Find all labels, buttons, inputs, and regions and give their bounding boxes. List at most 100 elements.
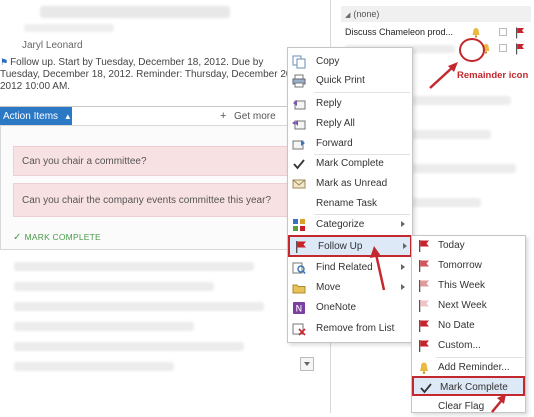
submenu-item-label: Today xyxy=(438,240,465,251)
action-items-label: Action Items xyxy=(3,111,59,122)
menu-item-label: Reply All xyxy=(316,118,355,129)
reply-all-icon xyxy=(292,117,306,131)
scroll-down-button[interactable] xyxy=(300,357,314,371)
context-menu: Copy Quick Print Reply Reply All Forward… xyxy=(287,47,413,343)
group-header[interactable]: ◢ (none) xyxy=(341,6,531,22)
action-card[interactable]: Can you chair a committee? xyxy=(13,146,289,176)
menu-item-label: Follow Up xyxy=(318,241,363,252)
menu-item-label: Mark Complete xyxy=(316,158,384,169)
blurred-header xyxy=(40,6,230,18)
submenu-item-no-date[interactable]: No Date xyxy=(412,316,525,336)
menu-item-mark-unread[interactable]: Mark as Unread xyxy=(288,174,412,194)
menu-item-label: Reply xyxy=(316,98,342,109)
action-items-panel: Can you chair a committee? Can you chair… xyxy=(0,125,290,250)
menu-item-rename-task[interactable]: Rename Task xyxy=(288,194,412,214)
print-icon xyxy=(292,74,306,88)
remove-icon xyxy=(292,322,306,336)
blurred-text xyxy=(14,302,264,311)
submenu-item-label: Tomorrow xyxy=(438,260,482,271)
annotation-circle xyxy=(459,38,485,62)
copy-icon xyxy=(292,55,306,69)
submenu-item-label: No Date xyxy=(438,320,475,331)
menu-item-label: Rename Task xyxy=(316,198,377,209)
forward-icon xyxy=(292,137,306,151)
menu-item-label: Categorize xyxy=(316,219,365,230)
submenu-arrow-icon xyxy=(401,221,405,227)
menu-item-reply-all[interactable]: Reply All xyxy=(288,114,412,134)
menu-item-forward[interactable]: Forward xyxy=(288,134,412,154)
blurred-text xyxy=(14,322,194,331)
reading-pane: Jaryl Leonard ⚑ Follow up. Start by Tuesd… xyxy=(0,0,294,413)
task-checkbox[interactable] xyxy=(499,28,507,36)
menu-item-reply[interactable]: Reply xyxy=(288,94,412,114)
mark-complete-label: MARK COMPLETE xyxy=(24,232,101,242)
menu-item-quick-print[interactable]: Quick Print xyxy=(288,71,412,91)
followup-info-text: Follow up. Start by Tuesday, December 18… xyxy=(0,57,295,92)
plus-icon: + xyxy=(220,110,227,122)
menu-item-label: Move xyxy=(316,282,341,293)
bell-icon[interactable] xyxy=(471,27,481,38)
submenu-arrow-icon xyxy=(403,243,407,249)
submenu-item-label: Add Reminder... xyxy=(438,362,510,373)
submenu-item-tomorrow[interactable]: Tomorrow xyxy=(412,256,525,276)
bell-icon xyxy=(418,361,430,375)
submenu-item-today[interactable]: Today xyxy=(412,236,525,256)
find-related-icon xyxy=(292,261,306,275)
menu-item-remove-from-list[interactable]: Remove from List xyxy=(288,319,412,339)
reply-icon xyxy=(292,97,306,111)
task-checkbox[interactable] xyxy=(499,44,507,52)
blurred-text xyxy=(14,262,254,271)
menu-item-label: Copy xyxy=(316,56,340,67)
move-icon xyxy=(292,281,306,295)
blurred-subheader xyxy=(24,24,114,32)
submenu-item-label: Custom... xyxy=(438,340,481,351)
submenu-item-this-week[interactable]: This Week xyxy=(412,276,525,296)
caret-up-icon: ▲ xyxy=(63,112,72,121)
categorize-icon xyxy=(292,218,306,232)
mail-subject: Discuss Chameleon prod... xyxy=(345,27,454,37)
menu-item-mark-complete[interactable]: Mark Complete xyxy=(288,154,412,174)
onenote-icon: N xyxy=(292,301,306,315)
submenu-item-add-reminder[interactable]: Add Reminder... xyxy=(412,358,525,378)
submenu-item-next-week[interactable]: Next Week xyxy=(412,296,525,316)
menu-item-onenote[interactable]: N OneNote xyxy=(288,298,412,318)
blurred-text xyxy=(14,282,214,291)
followup-info-bar: ⚑ Follow up. Start by Tuesday, December 1… xyxy=(0,56,296,93)
menu-item-label: Quick Print xyxy=(316,75,365,86)
menu-item-copy[interactable]: Copy xyxy=(288,52,412,72)
svg-text:N: N xyxy=(296,305,303,315)
mark-complete-link[interactable]: ✓ MARK COMPLETE xyxy=(13,232,101,243)
checkmark-icon: ✓ xyxy=(13,232,22,243)
submenu-arrow-icon xyxy=(401,284,405,290)
menu-item-label: Remove from List xyxy=(316,323,395,334)
follow-up-submenu: Today Tomorrow This Week Next Week No Da… xyxy=(411,235,526,413)
checkmark-icon xyxy=(292,157,306,171)
menu-item-label: Forward xyxy=(316,138,353,149)
flag-red-icon xyxy=(418,339,430,353)
flag-icon[interactable] xyxy=(515,27,525,39)
flag-red-icon xyxy=(418,239,430,253)
menu-item-label: OneNote xyxy=(316,302,357,313)
caret-down-icon: ◢ xyxy=(345,12,351,19)
menu-item-label: Mark as Unread xyxy=(316,178,388,189)
flag-small-icon: ⚑ xyxy=(0,57,9,67)
submenu-item-label: This Week xyxy=(438,280,486,291)
action-items-tab[interactable]: Action Items ▲ xyxy=(0,107,72,126)
checkmark-icon xyxy=(420,381,432,395)
blurred-text xyxy=(14,362,174,371)
submenu-item-custom[interactable]: Custom... xyxy=(412,336,525,356)
menu-item-categorize[interactable]: Categorize xyxy=(288,215,412,235)
annotation-label: Remainder icon xyxy=(457,70,529,81)
submenu-item-label: Next Week xyxy=(438,300,487,311)
annotation-arrow xyxy=(491,394,506,413)
group-header-label: (none) xyxy=(353,9,380,19)
submenu-item-label: Clear Flag xyxy=(438,401,485,412)
mail-row[interactable]: Discuss Chameleon prod... xyxy=(345,27,533,41)
action-card[interactable]: Can you chair the company events committ… xyxy=(13,183,289,217)
annotation-arrow xyxy=(370,246,386,291)
get-more-button[interactable]: Get more xyxy=(234,107,276,126)
flag-icon[interactable] xyxy=(515,43,525,55)
flag-light-icon xyxy=(418,279,430,293)
flag-red-icon xyxy=(418,319,430,333)
sender-name: Jaryl Leonard xyxy=(22,40,83,51)
